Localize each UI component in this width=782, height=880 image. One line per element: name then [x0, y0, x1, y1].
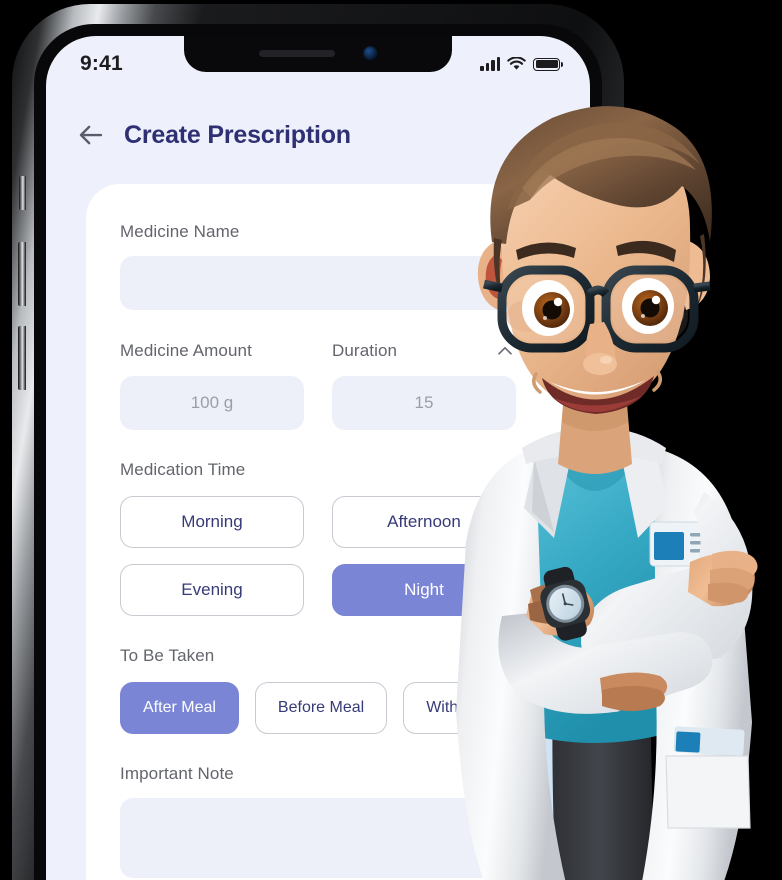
mute-switch-button[interactable] [19, 176, 26, 210]
power-button[interactable] [610, 294, 618, 390]
duration-input[interactable] [332, 376, 516, 430]
phone-frame: 9:41 Create Prescription Medicine Name M… [12, 4, 624, 880]
status-time: 9:41 [80, 52, 123, 75]
duration-group: Duration [332, 340, 516, 430]
medicine-amount-group: Medicine Amount [120, 340, 304, 430]
important-note-input[interactable] [120, 798, 556, 878]
prescription-form-card: Medicine Name Medicine Amount Duration [86, 184, 590, 880]
wifi-icon [507, 57, 526, 70]
to-be-taken-label: To Be Taken [120, 646, 215, 665]
duration-label: Duration [332, 341, 398, 360]
phone-screen: 9:41 Create Prescription Medicine Name M… [46, 36, 590, 880]
important-note-label: Important Note [120, 764, 234, 783]
medicine-amount-label: Medicine Amount [120, 341, 252, 360]
medication-time-option-afternoon[interactable]: Afternoon [332, 496, 516, 548]
amount-duration-row: Medicine Amount Duration [120, 340, 556, 430]
medication-time-option-morning[interactable]: Morning [120, 496, 304, 548]
medicine-name-label: Medicine Name [120, 222, 240, 241]
to-be-taken-option-before-meal[interactable]: Before Meal [254, 682, 388, 734]
status-icons [480, 57, 563, 71]
phone-notch [184, 36, 452, 72]
chevron-up-icon[interactable] [494, 340, 516, 362]
medication-time-option-evening[interactable]: Evening [120, 564, 304, 616]
medicine-name-input[interactable] [120, 256, 556, 310]
important-note-group: Important Note [120, 764, 556, 880]
battery-icon [533, 57, 563, 71]
volume-up-button[interactable] [18, 242, 26, 306]
app-header: Create Prescription [46, 108, 590, 162]
to-be-taken-options: After Meal Before Meal With Meal [120, 682, 556, 734]
front-camera-icon [362, 45, 378, 61]
page-title: Create Prescription [124, 120, 351, 149]
earpiece-speaker-icon [258, 49, 335, 57]
medicine-amount-input[interactable] [120, 376, 304, 430]
medication-time-label: Medication Time [120, 460, 246, 479]
medication-time-option-night[interactable]: Night [332, 564, 516, 616]
screenshot-stage: 9:41 Create Prescription Medicine Name M… [0, 0, 782, 880]
to-be-taken-option-with-meal[interactable]: With Meal [403, 682, 521, 734]
medication-time-options: Morning Afternoon Evening Night [120, 496, 556, 616]
back-arrow-icon[interactable] [76, 120, 106, 150]
signal-bars-icon [480, 57, 500, 71]
volume-down-button[interactable] [18, 326, 26, 390]
medicine-name-group: Medicine Name [120, 222, 556, 310]
to-be-taken-option-after-meal[interactable]: After Meal [120, 682, 239, 734]
